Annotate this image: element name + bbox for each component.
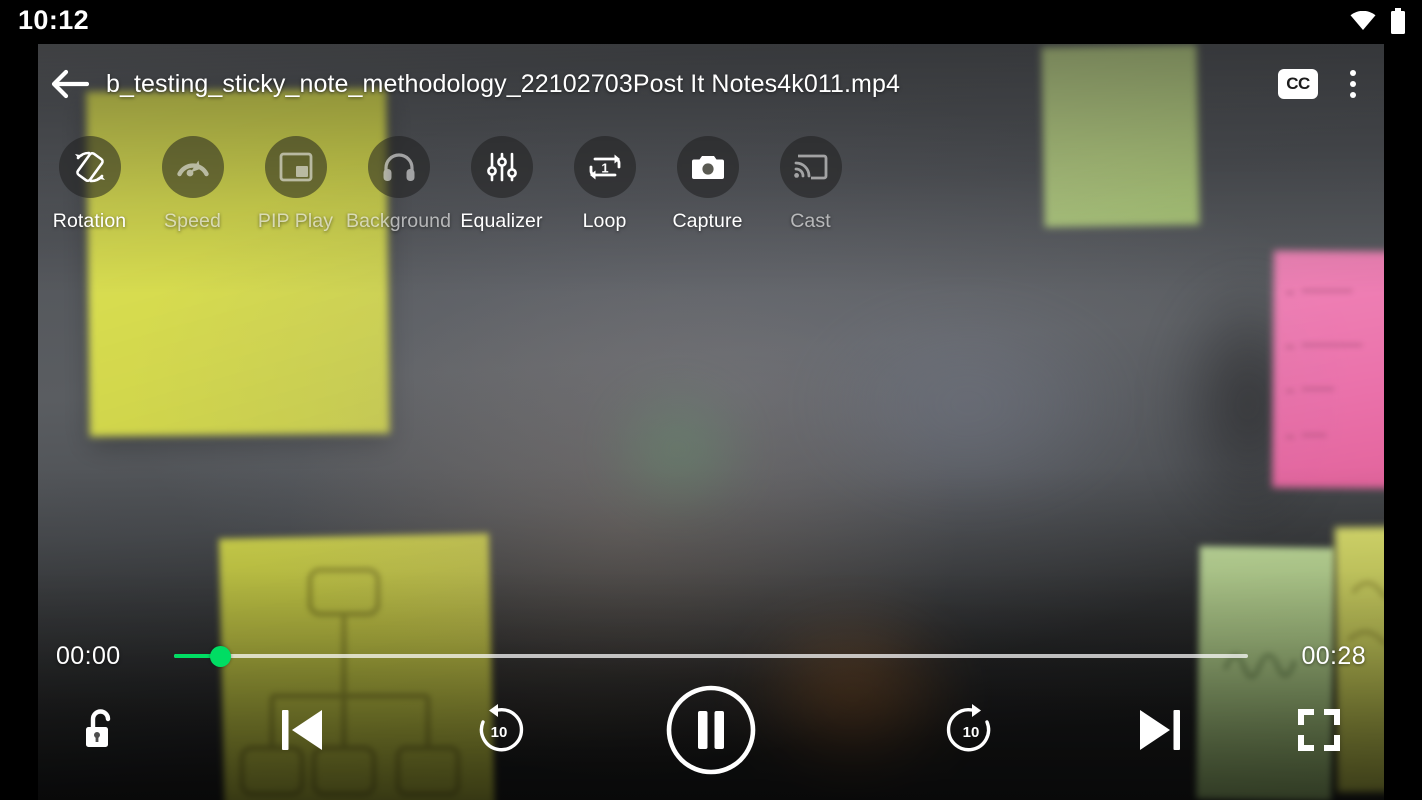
back-button[interactable] <box>38 69 102 99</box>
dot-icon <box>1350 92 1356 98</box>
picture-in-picture-icon <box>264 136 327 198</box>
svg-text:1: 1 <box>601 161 608 176</box>
camera-icon <box>676 136 739 198</box>
previous-button[interactable] <box>256 682 348 778</box>
battery-icon <box>1390 8 1406 34</box>
screen-rotation-icon <box>58 136 121 198</box>
tool-label: Equalizer <box>460 210 543 232</box>
tool-label: Cast <box>790 210 831 232</box>
tool-label: Capture <box>672 210 743 232</box>
title-bar-actions: CC <box>1278 66 1384 102</box>
forward-10-icon: 10 <box>946 704 998 756</box>
current-time-label: 00:00 <box>56 641 121 670</box>
player-title-bar: b_testing_sticky_note_methodology_221027… <box>38 44 1384 124</box>
tool-label: Rotation <box>52 210 127 232</box>
next-button[interactable] <box>1114 682 1206 778</box>
dot-icon <box>1350 70 1356 76</box>
seek-thumb[interactable] <box>210 646 232 667</box>
video-player-screen: 10:12 b_testing_sticky_note_methodology_… <box>0 0 1422 800</box>
status-clock: 10:12 <box>18 5 90 35</box>
wifi-icon <box>1350 11 1376 31</box>
video-title: b_testing_sticky_note_methodology_221027… <box>106 69 900 98</box>
cc-icon: CC <box>1286 74 1310 93</box>
fullscreen-button[interactable] <box>1278 682 1360 778</box>
dot-icon <box>1350 81 1356 87</box>
tool-speed[interactable]: Speed <box>141 136 244 246</box>
replay-10-icon: 10 <box>472 704 524 756</box>
tool-label: Loop <box>582 210 627 232</box>
tool-rotation[interactable]: Rotation <box>38 136 141 246</box>
cast-icon <box>779 136 842 198</box>
tool-pip-play[interactable]: PIP Play <box>244 136 347 246</box>
rewind-10-button[interactable]: 10 <box>452 682 544 778</box>
tool-cast[interactable]: Cast <box>759 136 862 246</box>
unlock-icon <box>82 707 118 753</box>
seek-bar-row: 00:00 00:28 <box>38 634 1384 678</box>
forward-10-button[interactable]: 10 <box>926 682 1018 778</box>
duration-label: 00:28 <box>1301 641 1366 670</box>
equalizer-icon <box>470 136 533 198</box>
svg-text:10: 10 <box>963 724 980 741</box>
status-bar: 10:12 <box>0 0 1422 44</box>
repeat-one-icon: 1 <box>573 136 636 198</box>
play-pause-button[interactable] <box>663 682 759 778</box>
arrow-left-icon <box>51 69 89 99</box>
seek-track[interactable] <box>174 654 1248 658</box>
lock-button[interactable] <box>62 682 138 778</box>
playback-control-row: 10 10 <box>38 682 1384 778</box>
fullscreen-icon <box>1296 707 1342 753</box>
svg-text:10: 10 <box>491 724 508 741</box>
closed-captions-button[interactable]: CC <box>1278 69 1318 99</box>
overflow-menu-button[interactable] <box>1344 66 1362 102</box>
pause-circle-icon <box>665 684 757 776</box>
tool-capture[interactable]: Capture <box>656 136 759 246</box>
tool-loop[interactable]: 1 Loop <box>553 136 656 246</box>
speedometer-icon <box>161 136 224 198</box>
player-tool-row: Rotation Speed PIP Play Background Equal… <box>38 136 1384 246</box>
tool-background[interactable]: Background <box>345 136 452 246</box>
status-icon-group <box>1350 8 1406 34</box>
tool-label: Background <box>345 210 452 232</box>
skip-previous-icon <box>277 704 327 756</box>
skip-next-icon <box>1135 704 1185 756</box>
tool-label: Speed <box>164 210 221 232</box>
tool-label: PIP Play <box>257 210 334 232</box>
headphones-icon <box>367 136 430 198</box>
seek-slider[interactable] <box>174 636 1248 676</box>
tool-equalizer[interactable]: Equalizer <box>450 136 553 246</box>
